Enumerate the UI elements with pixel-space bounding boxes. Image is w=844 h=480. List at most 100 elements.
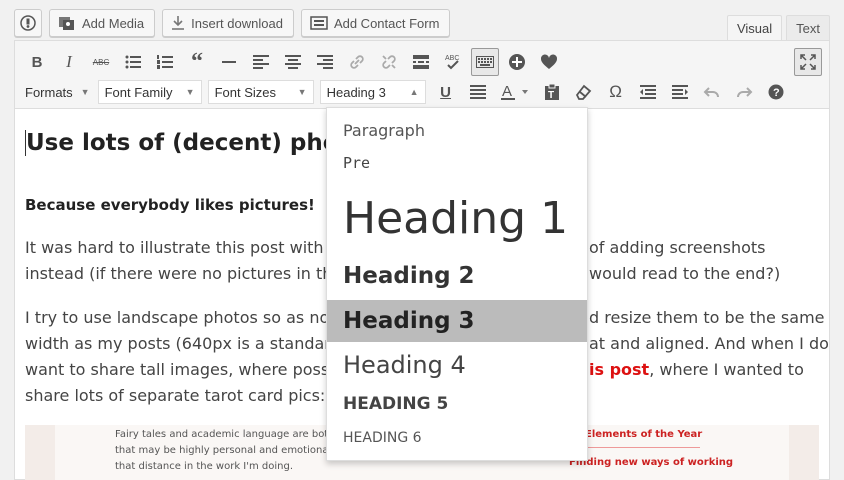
help-icon[interactable]: ? xyxy=(762,78,790,106)
post-subheading: Because everybody likes pictures! xyxy=(25,196,315,214)
text-fragment: instead (if there were no pictures in th… xyxy=(25,264,346,283)
menu-item-pre[interactable]: Pre xyxy=(327,150,587,176)
redo-icon[interactable] xyxy=(730,78,758,106)
menu-item-heading-1[interactable]: Heading 1 xyxy=(327,188,587,248)
paragraph-line: of adding screenshots xyxy=(589,235,766,261)
add-contact-form-label: Add Contact Form xyxy=(333,15,440,31)
link-icon[interactable] xyxy=(343,48,371,76)
media-icon xyxy=(59,17,74,30)
menu-item-heading-2[interactable]: Heading 2 xyxy=(327,258,587,294)
undo-icon[interactable] xyxy=(698,78,726,106)
add-media-label: Add Media xyxy=(82,15,145,31)
toolbar-toggle-icon[interactable] xyxy=(471,48,499,76)
image-text: Fairy tales and academic language are bo… xyxy=(115,427,328,475)
outdent-icon[interactable] xyxy=(634,78,662,106)
bullet-list-icon[interactable] xyxy=(119,48,147,76)
block-format-menu: Paragraph Pre Heading 1 Heading 2 Headin… xyxy=(326,107,588,461)
fullscreen-icon[interactable] xyxy=(794,48,822,76)
tab-visual[interactable]: Visual xyxy=(726,15,783,41)
shortcode-button[interactable] xyxy=(14,9,42,37)
align-center-icon[interactable] xyxy=(279,48,307,76)
menu-item-heading-4[interactable]: Heading 4 xyxy=(327,346,587,384)
text-fragment: share lots of separate tarot card pics: xyxy=(25,386,326,405)
plus-circle-icon[interactable] xyxy=(503,48,531,76)
paste-text-icon[interactable]: T xyxy=(538,78,566,106)
svg-text:A: A xyxy=(502,83,512,100)
font-sizes-label: Font Sizes xyxy=(214,84,277,100)
add-media-button[interactable]: Add Media xyxy=(49,9,156,37)
caret-up-icon: ▲ xyxy=(409,87,419,97)
text-fragment: d resize them to be the same xyxy=(589,308,825,327)
text-color-icon[interactable]: A xyxy=(496,78,534,106)
media-buttons-bar: Add Media Insert download Add Contact Fo… xyxy=(14,9,451,37)
post-heading: Use lots of (decent) phot xyxy=(25,130,350,156)
image-red-heading: Finding new ways of working xyxy=(569,457,734,468)
image-text-line: that distance in the work I'm doing. xyxy=(115,461,294,472)
image-edge xyxy=(789,425,819,480)
formats-label: Formats xyxy=(25,84,73,100)
strikethrough-icon[interactable]: ABC xyxy=(87,48,115,76)
caret-down-icon: ▼ xyxy=(297,87,307,97)
editor-toolbar: B I ABC “ ABC Formats ▼ Font Family ▼ Fo… xyxy=(15,41,829,109)
paragraph-line: want to share tall images, where possib xyxy=(25,357,344,383)
heart-icon[interactable] xyxy=(535,48,563,76)
add-contact-form-button[interactable]: Add Contact Form xyxy=(300,9,451,37)
text-fragment: at and aligned. And when I do xyxy=(589,334,829,353)
image-edge xyxy=(25,425,55,480)
clear-formatting-icon[interactable] xyxy=(570,78,598,106)
text-fragment: want to share tall images, where possib xyxy=(25,360,344,379)
spellcheck-icon[interactable]: ABC xyxy=(439,48,467,76)
menu-item-heading-5[interactable]: HEADING 5 xyxy=(327,390,587,418)
editor-tabs: Visual Text xyxy=(726,15,830,41)
image-text-line: that may be highly personal and emotiona xyxy=(115,445,329,456)
menu-item-paragraph[interactable]: Paragraph xyxy=(327,116,587,144)
menu-item-heading-3[interactable]: Heading 3 xyxy=(327,300,587,342)
post-link[interactable]: is post xyxy=(589,360,649,379)
italic-icon[interactable]: I xyxy=(55,48,83,76)
bold-icon[interactable]: B xyxy=(23,48,51,76)
caret-down-icon: ▼ xyxy=(185,87,195,97)
form-icon xyxy=(310,16,328,30)
omega-glyph: Ω xyxy=(609,82,622,101)
download-icon xyxy=(172,16,185,30)
paragraph-line: share lots of separate tarot card pics: xyxy=(25,383,325,409)
paragraph-line: would read to the end?) xyxy=(589,261,780,287)
formats-dropdown[interactable]: Formats ▼ xyxy=(23,80,92,104)
read-more-icon[interactable] xyxy=(407,48,435,76)
font-family-select[interactable]: Font Family ▼ xyxy=(97,80,202,104)
block-format-label: Heading 3 xyxy=(326,84,386,100)
paragraph-line: It was hard to illustrate this post with… xyxy=(25,235,349,261)
indent-icon[interactable] xyxy=(666,78,694,106)
image-red-heading: Elements of the Year xyxy=(585,429,703,440)
blockquote-icon[interactable]: “ xyxy=(183,48,211,76)
text-fragment: , where I wanted to xyxy=(649,360,804,379)
menu-item-heading-6[interactable]: HEADING 6 xyxy=(327,424,587,452)
paragraph-line: I try to use landscape photos so as not xyxy=(25,305,336,331)
editor-screen: Add Media Insert download Add Contact Fo… xyxy=(0,0,844,480)
horizontal-line-icon[interactable] xyxy=(215,48,243,76)
svg-text:?: ? xyxy=(773,87,780,99)
toolbar-row-2: Formats ▼ Font Family ▼ Font Sizes ▼ Headin… xyxy=(23,78,794,106)
unlink-icon[interactable] xyxy=(375,48,403,76)
paragraph-line: instead (if there were no pictures in th… xyxy=(25,261,345,287)
paragraph-line: is post, where I wanted to xyxy=(589,357,804,383)
special-character-icon[interactable]: Ω xyxy=(602,78,630,106)
toolbar-row-1: B I ABC “ ABC xyxy=(23,48,567,76)
underline-icon[interactable]: U xyxy=(432,78,460,106)
insert-download-label: Insert download xyxy=(191,15,283,31)
text-fragment: width as my posts (640px is a standard xyxy=(25,334,341,353)
align-left-icon[interactable] xyxy=(247,48,275,76)
numbered-list-icon[interactable] xyxy=(151,48,179,76)
insert-download-button[interactable]: Insert download xyxy=(162,9,294,37)
image-divider xyxy=(570,447,700,448)
tab-text[interactable]: Text xyxy=(786,15,830,41)
justify-icon[interactable] xyxy=(464,78,492,106)
font-family-label: Font Family xyxy=(104,84,173,100)
paragraph-line: at and aligned. And when I do xyxy=(589,331,829,357)
align-right-icon[interactable] xyxy=(311,48,339,76)
strikethrough-glyph: ABC xyxy=(92,57,110,67)
font-sizes-select[interactable]: Font Sizes ▼ xyxy=(207,80,314,104)
block-format-select[interactable]: Heading 3 ▲ xyxy=(319,80,426,104)
text-fragment: It was hard to illustrate this post with… xyxy=(25,238,349,257)
caret-down-icon: ▼ xyxy=(80,87,90,97)
